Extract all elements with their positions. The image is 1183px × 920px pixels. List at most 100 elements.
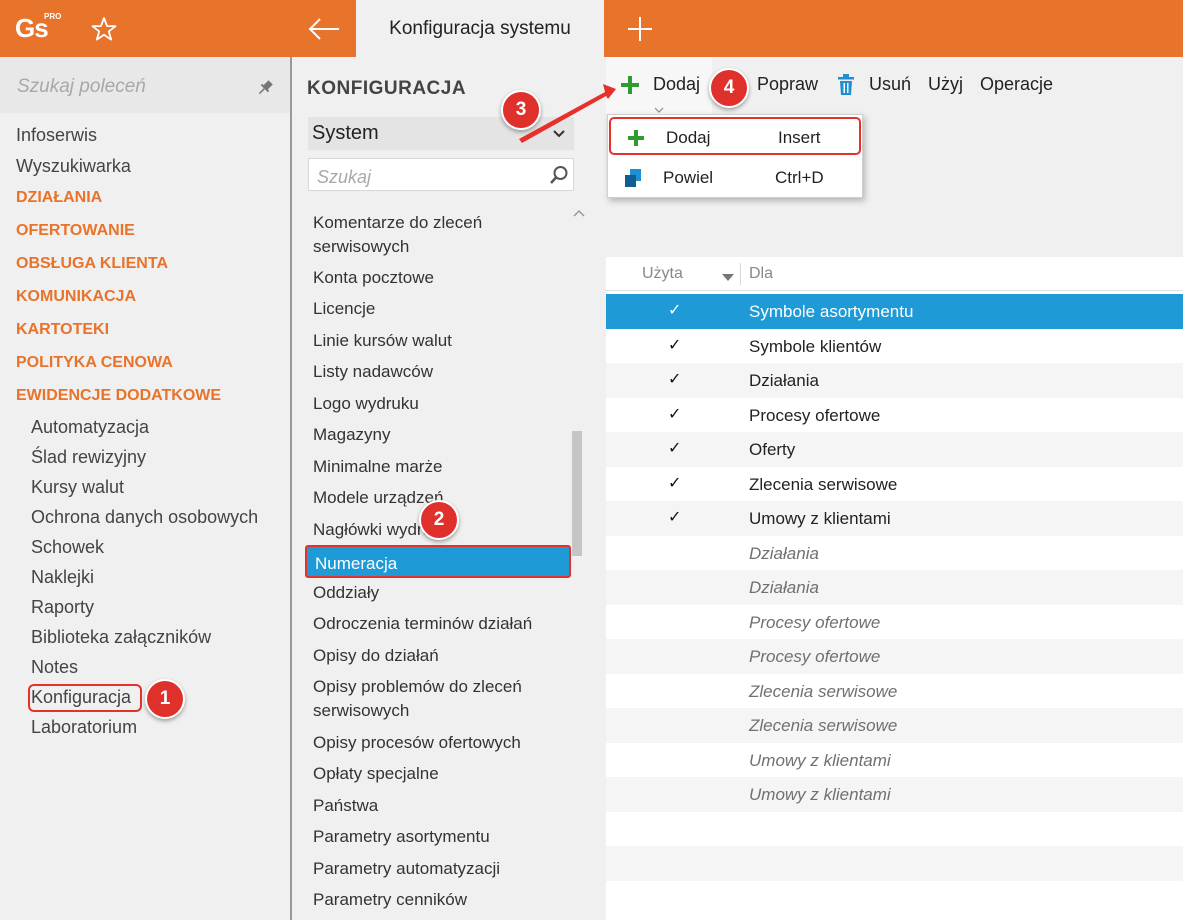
config-search-input[interactable]: Szukaj xyxy=(308,158,574,191)
config-item-magazyny[interactable]: Magazyny xyxy=(313,423,571,447)
new-tab-plus-icon[interactable] xyxy=(624,13,656,45)
config-item-logo-wydruku[interactable]: Logo wydruku xyxy=(313,392,571,416)
config-item-komentarze[interactable]: Komentarze do zleceń serwisowych xyxy=(313,211,571,259)
config-panel-title: KONFIGURACJA xyxy=(307,78,467,99)
check-icon: ✓ xyxy=(668,336,682,354)
sidebar-item-automatyzacja[interactable]: Automatyzacja xyxy=(31,417,149,438)
config-item-numeracja[interactable]: Numeracja xyxy=(305,545,571,578)
config-item-opisy-procesow[interactable]: Opisy procesów ofertowych xyxy=(313,731,571,755)
sidebar-item-wyszukiwarka[interactable]: Wyszukiwarka xyxy=(16,156,131,177)
logo-text: Gs xyxy=(15,13,49,43)
menu-item-add[interactable]: Dodaj Insert xyxy=(609,117,861,155)
table-row[interactable]: ✓ Umowy z klientami xyxy=(606,501,1183,536)
table-row[interactable] xyxy=(606,880,1183,915)
table-row[interactable]: Zlecenia serwisowe xyxy=(606,708,1183,743)
delete-button[interactable]: Usuń xyxy=(869,74,911,95)
table-cell-for: Umowy z klientami xyxy=(749,509,891,528)
add-button-label: Dodaj xyxy=(653,74,701,94)
sidebar-item-raporty[interactable]: Raporty xyxy=(31,597,94,618)
plus-icon xyxy=(626,128,646,148)
config-item-odroczenia[interactable]: Odroczenia terminów działań xyxy=(313,612,571,636)
table-row[interactable]: Procesy ofertowe xyxy=(606,639,1183,674)
column-header-used[interactable]: Użyta xyxy=(642,265,683,283)
table-row[interactable]: ✓ Działania xyxy=(606,363,1183,398)
add-dropdown-menu: Dodaj Insert Powiel Ctrl+D xyxy=(607,114,863,198)
grid-header: Użyta Dla xyxy=(606,257,1183,291)
table-cell-for: Działania xyxy=(749,371,819,390)
favorite-star-icon[interactable] xyxy=(88,13,120,45)
back-arrow-icon[interactable] xyxy=(306,13,342,45)
sidebar-category-ofertowanie[interactable]: OFERTOWANIE xyxy=(16,222,135,240)
config-item-parametry-cennikow[interactable]: Parametry cenników xyxy=(313,888,571,912)
table-row[interactable]: Zlecenia serwisowe xyxy=(606,673,1183,708)
sidebar-category-kartoteki[interactable]: KARTOTEKI xyxy=(16,321,109,339)
table-row[interactable]: ✓ Zlecenia serwisowe xyxy=(606,466,1183,501)
table-cell-for: Zlecenia serwisowe xyxy=(749,716,898,735)
sidebar-item-kursy-walut[interactable]: Kursy walut xyxy=(31,477,124,498)
config-item-opisy-problemow[interactable]: Opisy problemów do zleceń serwisowych xyxy=(313,675,571,723)
sidebar-item-infoserwis[interactable]: Infoserwis xyxy=(16,125,97,146)
sidebar-item-ochrona-danych[interactable]: Ochrona danych osobowych xyxy=(31,507,258,528)
config-item-panstwa[interactable]: Państwa xyxy=(313,794,571,818)
add-button[interactable]: Dodaj xyxy=(606,57,712,114)
app-logo[interactable]: Gs PRO xyxy=(12,10,62,46)
menu-item-add-shortcut: Insert xyxy=(778,128,821,147)
sidebar-category-polityka-cenowa[interactable]: POLITYKA CENOWA xyxy=(16,354,173,372)
operations-button[interactable]: Operacje xyxy=(980,74,1053,95)
config-item-minimalne-marze[interactable]: Minimalne marże xyxy=(313,455,571,479)
annotation-badge-2: 2 xyxy=(419,500,459,540)
table-cell-for: Umowy z klientami xyxy=(749,785,891,804)
use-button[interactable]: Użyj xyxy=(928,74,963,95)
config-item-parametry-asortymentu[interactable]: Parametry asortymentu xyxy=(313,825,571,849)
chevron-down-icon xyxy=(552,127,566,139)
config-item-oplaty-specjalne[interactable]: Opłaty specjalne xyxy=(313,762,571,786)
table-row[interactable]: ✓ Symbole asortymentu xyxy=(606,294,1183,329)
table-row[interactable]: ✓ Symbole klientów xyxy=(606,328,1183,363)
tab-label: Konfiguracja systemu xyxy=(389,17,571,39)
sidebar-item-naklejki[interactable]: Naklejki xyxy=(31,567,94,588)
table-cell-for: Symbole asortymentu xyxy=(749,302,914,321)
config-item-oddzialy[interactable]: Oddziały xyxy=(313,581,571,605)
config-item-opisy-do-dzialan[interactable]: Opisy do działań xyxy=(313,644,571,668)
sort-triangle-icon[interactable] xyxy=(722,269,734,281)
edit-button[interactable]: Popraw xyxy=(757,74,818,95)
config-item-licencje[interactable]: Licencje xyxy=(313,297,571,321)
sidebar-category-ewidencje-dodatkowe[interactable]: EWIDENCJE DODATKOWE xyxy=(16,387,221,405)
sidebar-item-schowek[interactable]: Schowek xyxy=(31,537,104,558)
config-item-konta-pocztowe[interactable]: Konta pocztowe xyxy=(313,266,571,290)
config-search-placeholder: Szukaj xyxy=(317,167,372,187)
annotation-badge-1: 1 xyxy=(145,679,185,719)
table-row[interactable] xyxy=(606,811,1183,846)
chevron-down-icon[interactable] xyxy=(654,101,664,113)
sidebar-category-dzialania[interactable]: DZIAŁANIA xyxy=(16,189,102,207)
panel-gap xyxy=(592,57,606,920)
sidebar-category-obsluga-klienta[interactable]: OBSŁUGA KLIENTA xyxy=(16,255,168,273)
config-item-listy-nadawcow[interactable]: Listy nadawców xyxy=(313,360,571,384)
column-header-for[interactable]: Dla xyxy=(749,265,773,283)
check-icon: ✓ xyxy=(668,405,682,423)
table-row[interactable]: Działania xyxy=(606,570,1183,605)
table-row[interactable]: Działania xyxy=(606,535,1183,570)
sidebar-category-komunikacja[interactable]: KOMUNIKACJA xyxy=(16,288,136,306)
config-item-linie-kursow[interactable]: Linie kursów walut xyxy=(313,329,571,353)
config-item-parametry-automatyzacji[interactable]: Parametry automatyzacji xyxy=(313,857,571,881)
sidebar-item-notes[interactable]: Notes xyxy=(31,657,78,678)
menu-item-duplicate[interactable]: Powiel Ctrl+D xyxy=(608,159,862,197)
table-row[interactable]: Umowy z klientami xyxy=(606,777,1183,812)
check-icon: ✓ xyxy=(668,371,682,388)
sidebar-item-laboratorium[interactable]: Laboratorium xyxy=(31,717,137,738)
table-row[interactable]: Umowy z klientami xyxy=(606,742,1183,777)
search-icon[interactable] xyxy=(549,165,569,185)
table-row[interactable] xyxy=(606,846,1183,881)
sidebar-item-slad-rewizyjny[interactable]: Ślad rewizyjny xyxy=(31,447,146,468)
table-row[interactable]: ✓ Procesy ofertowe xyxy=(606,397,1183,432)
scroll-up-chevron-icon[interactable] xyxy=(572,206,586,218)
sidebar-item-biblioteka-zalacznikow[interactable]: Biblioteka załączników xyxy=(31,627,211,648)
table-row[interactable]: Procesy ofertowe xyxy=(606,604,1183,639)
table-row[interactable]: ✓ Oferty xyxy=(606,432,1183,467)
trash-icon[interactable] xyxy=(837,74,855,96)
tab-konfiguracja-systemu[interactable]: Konfiguracja systemu xyxy=(356,0,604,57)
config-list-scrollbar[interactable] xyxy=(572,431,582,556)
pin-icon[interactable] xyxy=(256,79,274,97)
command-search-input[interactable]: Szukaj poleceń xyxy=(0,57,290,113)
